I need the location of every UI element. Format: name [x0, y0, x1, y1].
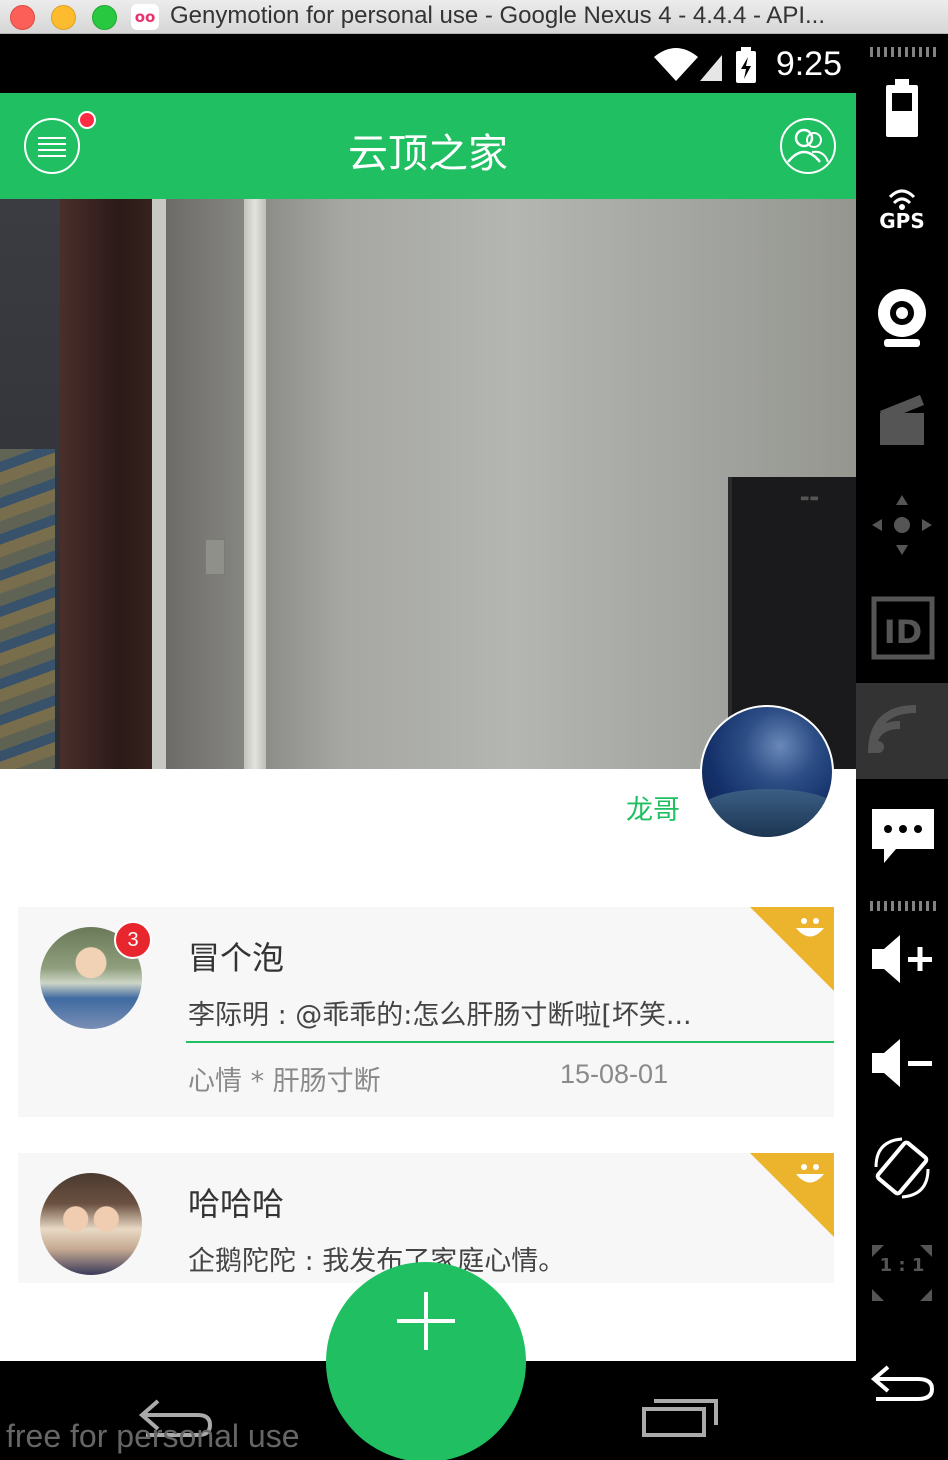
window-title: Genymotion for personal use - Google Nex… — [170, 2, 825, 29]
battery-icon — [886, 79, 918, 137]
volume-up-button[interactable] — [856, 913, 948, 1009]
battery-button[interactable] — [856, 65, 948, 161]
avatar[interactable] — [40, 1173, 142, 1275]
card-title: 哈哈哈 — [188, 1185, 285, 1223]
recent-apps-icon[interactable] — [640, 1395, 720, 1437]
back-button[interactable] — [856, 1335, 948, 1431]
camera-live-view[interactable]: ▬▬ — [0, 199, 856, 769]
smile-icon — [796, 918, 824, 937]
card-content: 李际明 : @乖乖的:怎么肝肠寸断啦[坏笑... — [188, 1000, 692, 1031]
unread-badge: 3 — [114, 921, 152, 959]
feed-card[interactable]: 3 冒个泡 李际明 : @乖乖的:怎么肝肠寸断啦[坏笑... 心情 * 肝肠寸断… — [18, 907, 834, 1117]
app-header: 云顶之家 — [0, 93, 856, 199]
door-frame — [60, 199, 160, 769]
status-time: 9:25 — [775, 45, 842, 83]
user-group-icon — [787, 128, 829, 163]
device-id-button[interactable]: ID — [856, 583, 948, 679]
smile-icon — [796, 1164, 824, 1183]
camera-button[interactable] — [856, 271, 948, 367]
card-title: 冒个泡 — [188, 939, 285, 977]
status-icons — [652, 45, 762, 93]
pixel-perfect-button[interactable]: 1 : 1 — [856, 1227, 948, 1323]
wifi-icon — [654, 48, 698, 81]
android-status-bar: 9:25 — [0, 35, 856, 93]
genymotion-toolbar: GPS ID 1: 1 — [856, 35, 948, 1460]
dpad-icon — [872, 495, 932, 555]
dpad-button[interactable] — [856, 479, 948, 575]
ratio-label: 1 : 1 — [879, 1255, 925, 1276]
zoom-window-button[interactable] — [92, 5, 117, 30]
gps-button[interactable]: GPS — [856, 173, 948, 269]
return-icon — [870, 1365, 935, 1401]
card-content: 企鹅陀陀 : 我发布了家庭心情。 — [188, 1246, 566, 1277]
rotate-button[interactable] — [856, 1121, 948, 1217]
svg-text:ID: ID — [884, 613, 922, 651]
profile-avatar[interactable] — [700, 705, 834, 839]
divider — [186, 1041, 834, 1043]
close-window-button[interactable] — [10, 5, 35, 30]
light-switch — [205, 539, 225, 575]
sms-button[interactable] — [856, 787, 948, 883]
card-date: 15-08-01 — [560, 1059, 669, 1089]
battery-charging-icon — [736, 47, 756, 83]
cast-icon — [868, 705, 917, 754]
webcam-icon — [878, 289, 926, 347]
volume-up-icon — [872, 935, 932, 983]
screencast-button[interactable] — [856, 375, 948, 471]
volume-down-button[interactable] — [856, 1017, 948, 1113]
window-title-bar: oo Genymotion for personal use - Google … — [0, 0, 948, 34]
clapperboard-icon — [880, 395, 924, 445]
signal-icon — [700, 55, 722, 81]
card-tag: 心情 * 肝肠寸断 — [188, 1066, 381, 1097]
id-icon: ID — [871, 596, 935, 660]
minimize-window-button[interactable] — [51, 5, 76, 30]
watermark: free for personal use — [6, 1418, 300, 1454]
gps-label: GPS — [879, 209, 925, 233]
volume-down-icon — [872, 1039, 932, 1087]
page-title: 云顶之家 — [348, 131, 508, 177]
profile-name[interactable]: 龙哥 — [626, 788, 680, 827]
remote-control-button[interactable] — [856, 683, 948, 779]
message-icon — [872, 809, 934, 863]
genymotion-logo-icon: oo — [131, 4, 159, 30]
contacts-button[interactable] — [780, 118, 836, 174]
rotate-icon — [874, 1137, 930, 1199]
